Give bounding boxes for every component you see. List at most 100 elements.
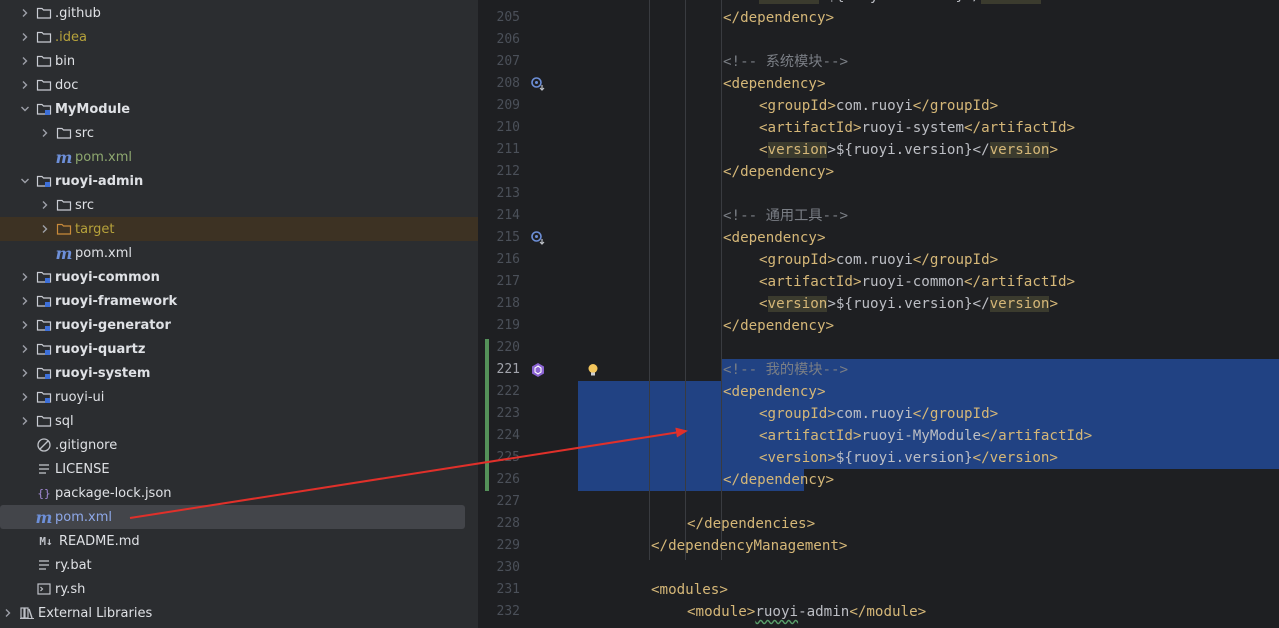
chevron-right-icon[interactable] <box>38 222 52 236</box>
code-line[interactable]: <!-- 系统模块--> <box>723 51 848 73</box>
code-line[interactable]: </dependency> <box>723 161 834 183</box>
tree-item[interactable]: External Libraries <box>0 601 478 625</box>
maven-dependency-icon[interactable] <box>530 230 546 246</box>
tree-item[interactable]: .idea <box>0 25 478 49</box>
chevron-right-icon[interactable] <box>18 342 32 356</box>
tree-item[interactable]: ry.sh <box>0 577 478 601</box>
library-icon <box>19 605 35 621</box>
module-folder-icon <box>36 389 52 405</box>
tree-item[interactable]: ruoyi-ui <box>0 385 478 409</box>
tree-item-label: ruoyi-generator <box>55 317 171 333</box>
code-line[interactable]: <dependency> <box>723 73 826 95</box>
tree-item-label: ry.bat <box>55 557 92 573</box>
code-token: <groupId> <box>759 252 836 268</box>
tree-item[interactable]: ruoyi-common <box>0 265 478 289</box>
tree-item-label: ruoyi-system <box>55 365 151 381</box>
code-line[interactable]: <modules> <box>651 579 728 601</box>
tree-item[interactable]: sql <box>0 409 478 433</box>
code-token: version <box>989 296 1050 312</box>
tree-item[interactable]: src <box>0 193 478 217</box>
tree-item[interactable]: m pom.xml <box>0 145 478 169</box>
line-number: 218 <box>496 296 520 311</box>
module-folder-icon <box>36 293 52 309</box>
code-line[interactable]: <dependency> <box>723 381 826 403</box>
code-token: </dependencies> <box>687 516 816 532</box>
code-token: </module> <box>849 604 927 620</box>
tree-item-label: bin <box>55 53 76 69</box>
code-token: <!-- 通用工具--> <box>723 208 849 224</box>
tree-item[interactable]: ruoyi-system <box>0 361 478 385</box>
chevron-right-icon[interactable] <box>18 30 32 44</box>
code-line[interactable]: <module>ruoyi-admin</module> <box>687 601 926 623</box>
tree-item[interactable]: ry.bat <box>0 553 478 577</box>
code-line[interactable]: </dependencies> <box>687 513 815 535</box>
chevron-right-icon[interactable] <box>18 270 32 284</box>
tree-item[interactable]: M↓ README.md <box>0 529 478 553</box>
chevron-right-icon[interactable] <box>18 78 32 92</box>
line-number: 226 <box>496 472 520 487</box>
code-line[interactable]: <artifactId>ruoyi-MyModule</artifactId> <box>759 425 1092 447</box>
tree-item[interactable]: ruoyi-framework <box>0 289 478 313</box>
line-number: 204 <box>478 0 520 7</box>
code-line[interactable]: <!-- 通用工具--> <box>723 205 848 227</box>
code-token: </dependency> <box>723 472 835 488</box>
indent-guide <box>721 0 722 560</box>
chevron-right-icon[interactable] <box>1 606 15 620</box>
tree-item-label: ruoyi-framework <box>55 293 178 309</box>
tree-item[interactable]: doc <box>0 73 478 97</box>
line-number: 221 <box>496 362 520 377</box>
code-line[interactable]: </dependency> <box>723 7 834 29</box>
ai-assistant-icon[interactable] <box>530 362 546 378</box>
tree-item[interactable]: ruoyi-admin <box>0 169 478 193</box>
tree-item[interactable]: ruoyi-quartz <box>0 337 478 361</box>
chevron-right-icon[interactable] <box>18 390 32 404</box>
code-line[interactable]: <groupId>com.ruoyi</groupId> <box>759 95 998 117</box>
line-number: 209 <box>496 98 520 113</box>
tree-item[interactable]: .github <box>0 1 478 25</box>
code-line[interactable]: version>${ruoyi.version}</version> <box>759 0 1049 7</box>
code-editor[interactable]: version>${ruoyi.version}</version></depe… <box>578 0 1279 628</box>
tree-item[interactable]: MyModule <box>0 97 478 121</box>
code-line[interactable]: <groupId>com.ruoyi</groupId> <box>759 249 998 271</box>
code-line[interactable]: <version>${ruoyi.version}</version> <box>759 447 1058 469</box>
chevron-right-icon[interactable] <box>18 414 32 428</box>
folder-icon <box>36 77 52 93</box>
code-line[interactable]: </dependency> <box>723 315 834 337</box>
tree-item[interactable]: {} package-lock.json <box>0 481 478 505</box>
intention-bulb-icon[interactable] <box>585 362 601 378</box>
chevron-right-icon[interactable] <box>18 6 32 20</box>
code-token: com.ruoyi <box>835 406 913 422</box>
chevron-right-icon[interactable] <box>18 294 32 308</box>
tree-item[interactable]: LICENSE <box>0 457 478 481</box>
tree-item[interactable]: target <box>0 217 478 241</box>
code-line[interactable]: <version>${ruoyi.version}</version> <box>759 293 1058 315</box>
tree-item[interactable]: src <box>0 121 478 145</box>
tree-item[interactable]: bin <box>0 49 478 73</box>
chevron-right-icon[interactable] <box>38 198 52 212</box>
code-line[interactable]: <artifactId>ruoyi-system</artifactId> <box>759 117 1075 139</box>
tree-item[interactable]: m pom.xml <box>0 505 465 529</box>
code-line[interactable]: <!-- 我的模块--> <box>723 359 848 381</box>
tree-item[interactable]: .gitignore <box>0 433 478 457</box>
chevron-right-icon[interactable] <box>18 54 32 68</box>
code-line[interactable]: <artifactId>ruoyi-common</artifactId> <box>759 271 1075 293</box>
tree-item[interactable]: ruoyi-generator <box>0 313 478 337</box>
tree-item-label: .idea <box>55 29 87 45</box>
maven-dependency-icon[interactable] <box>530 76 546 92</box>
code-line[interactable]: <dependency> <box>723 227 826 249</box>
code-line[interactable]: </dependencyManagement> <box>651 535 847 557</box>
tree-item[interactable]: m pom.xml <box>0 241 478 265</box>
folder-icon <box>56 197 72 213</box>
code-line[interactable]: <version>${ruoyi.version}</version> <box>759 139 1058 161</box>
chevron-right-icon[interactable] <box>38 126 52 140</box>
chevron-right-icon[interactable] <box>18 318 32 332</box>
chevron-down-icon[interactable] <box>18 174 32 188</box>
chevron-down-icon[interactable] <box>18 102 32 116</box>
code-token: ruoyi-common <box>861 274 965 290</box>
code-line[interactable]: </dependency> <box>723 469 834 491</box>
code-token: <groupId> <box>759 406 836 422</box>
chevron-right-icon[interactable] <box>18 366 32 380</box>
code-line[interactable]: <groupId>com.ruoyi</groupId> <box>759 403 998 425</box>
